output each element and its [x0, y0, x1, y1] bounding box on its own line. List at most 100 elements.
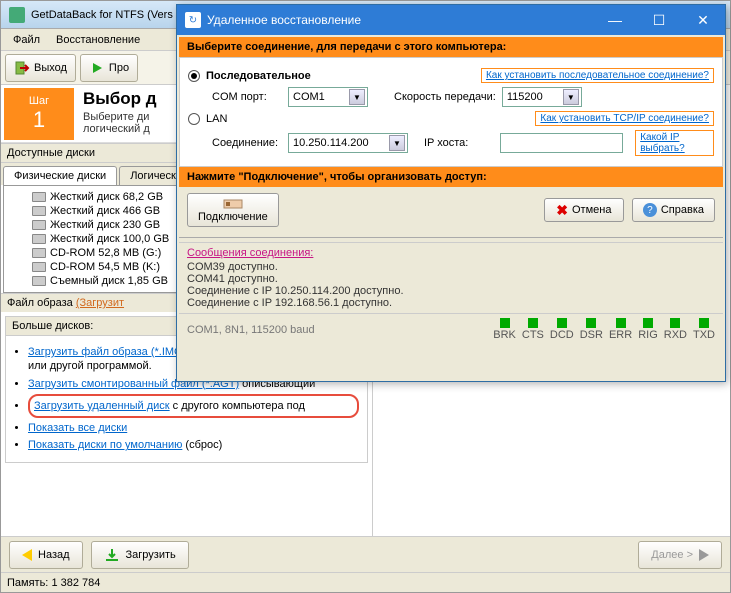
com-port-combo[interactable]: COM1▼: [288, 87, 368, 107]
led-err: ERR: [609, 318, 632, 341]
hdd-icon: [32, 234, 46, 244]
load-remote-link[interactable]: Загрузить удаленный диск: [34, 400, 170, 412]
connection-combo[interactable]: 10.250.114.200▼: [288, 133, 408, 153]
maximize-button[interactable]: ☐: [637, 5, 681, 35]
log-line: COM41 доступно.: [187, 273, 715, 285]
minimize-button[interactable]: —: [593, 5, 637, 35]
led-rig: RIG: [638, 318, 658, 341]
lan-radio[interactable]: [188, 113, 200, 125]
chevron-down-icon: ▼: [389, 135, 405, 151]
log-line: Соединение с IP 192.168.56.1 доступно.: [187, 297, 715, 309]
menu-file[interactable]: Файл: [5, 32, 48, 48]
ip-host-label: IP хоста:: [424, 137, 494, 149]
status-bar: Память: 1 382 784: [1, 572, 730, 592]
log-section: Сообщения соединения: COM39 доступно. CO…: [179, 242, 723, 313]
chevron-down-icon: ▼: [349, 89, 365, 105]
log-line: COM39 доступно.: [187, 261, 715, 273]
lan-label: LAN: [206, 113, 227, 125]
next-button[interactable]: Далее >: [638, 541, 722, 569]
app-icon: [9, 7, 25, 23]
check-button[interactable]: Про: [80, 54, 138, 82]
log-line: Соединение с IP 10.250.114.200 доступно.: [187, 285, 715, 297]
image-file-link[interactable]: (Загрузит: [76, 297, 124, 309]
next-label: Далее >: [651, 549, 693, 561]
dialog-status-text: COM1, 8N1, 115200 baud: [187, 324, 315, 336]
dialog-titlebar[interactable]: ↻ Удаленное восстановление — ☐ ✕: [177, 5, 725, 35]
serial-help-link[interactable]: Как установить последовательное соединен…: [481, 68, 714, 83]
chevron-down-icon: ▼: [563, 89, 579, 105]
step-badge: Шаг 1: [4, 88, 74, 140]
list-item: Показать все диски: [28, 421, 359, 435]
exit-label: Выход: [34, 62, 67, 74]
arrow-right-icon: [699, 549, 709, 561]
led-txd: TXD: [693, 318, 715, 341]
load-image-link[interactable]: Загрузить файл образа (*.IMG): [28, 346, 186, 358]
memory-value: 1 382 784: [51, 577, 100, 589]
cancel-button[interactable]: ✖ Отмена: [544, 198, 624, 222]
close-button[interactable]: ✕: [681, 5, 725, 35]
load-label: Загрузить: [126, 549, 176, 561]
ip-host-input[interactable]: [500, 133, 623, 153]
help-button[interactable]: ? Справка: [632, 198, 715, 222]
led-dsr: DSR: [580, 318, 603, 341]
load-button[interactable]: Загрузить: [91, 541, 189, 569]
log-header: Сообщения соединения:: [187, 247, 715, 259]
load-icon: [104, 547, 120, 563]
dialog-body: Выберите соединение, для передачи с этог…: [177, 35, 725, 381]
bottom-bar: Назад Загрузить Далее >: [1, 536, 730, 572]
press-connect-header: Нажмите "Подключение", чтобы организоват…: [179, 167, 723, 187]
play-icon: [89, 60, 105, 76]
show-default-link[interactable]: Показать диски по умолчанию: [28, 439, 182, 451]
select-connection-header: Выберите соединение, для передачи с этог…: [179, 37, 723, 57]
ip-help-link[interactable]: Какой IP выбрать?: [635, 130, 714, 156]
hdd-icon: [32, 206, 46, 216]
highlighted-item: Загрузить удаленный диск с другого компь…: [28, 394, 359, 418]
dialog-status-row: COM1, 8N1, 115200 baud BRK CTS DCD DSR E…: [179, 313, 723, 345]
back-button[interactable]: Назад: [9, 541, 83, 569]
speed-combo[interactable]: 115200▼: [502, 87, 582, 107]
check-label: Про: [109, 62, 129, 74]
led-dcd: DCD: [550, 318, 574, 341]
serial-radio[interactable]: [188, 70, 200, 82]
step-number: 1: [33, 107, 45, 133]
conn-sub-row: Соединение: 10.250.114.200▼ IP хоста: Ка…: [212, 130, 714, 156]
dialog-title: Удаленное восстановление: [207, 13, 593, 27]
cd-icon: [32, 262, 46, 272]
help-icon: ?: [643, 203, 657, 217]
com-row: COM порт: COM1▼ Скорость передачи: 11520…: [212, 87, 714, 107]
com-port-label: COM порт:: [212, 91, 282, 103]
lan-help-link[interactable]: Как установить TCP/IP соединение?: [535, 111, 714, 126]
exit-icon: [14, 60, 30, 76]
hdd-icon: [32, 220, 46, 230]
exit-button[interactable]: Выход: [5, 54, 76, 82]
speed-label: Скорость передачи:: [394, 91, 496, 103]
removable-icon: [32, 276, 46, 286]
window-controls: — ☐ ✕: [593, 5, 725, 35]
back-label: Назад: [38, 549, 70, 561]
hdd-icon: [32, 192, 46, 202]
main-title: GetDataBack for NTFS (Vers: [31, 9, 173, 21]
menu-recovery[interactable]: Восстановление: [48, 32, 148, 48]
serial-row: Последовательное Как установить последов…: [188, 68, 714, 83]
cancel-label: Отмена: [572, 204, 611, 216]
help-label: Справка: [661, 204, 704, 216]
tab-physical[interactable]: Физические диски: [3, 166, 117, 185]
dialog-buttons-row: Подключение ✖ Отмена ? Справка: [179, 187, 723, 233]
step-label: Шаг: [29, 95, 49, 107]
led-rxd: RXD: [664, 318, 687, 341]
connect-button[interactable]: Подключение: [187, 193, 279, 227]
serial-label: Последовательное: [206, 70, 311, 82]
led-indicators: BRK CTS DCD DSR ERR RIG RXD TXD: [493, 318, 715, 341]
lan-row: LAN Как установить TCP/IP соединение?: [188, 111, 714, 126]
show-all-link[interactable]: Показать все диски: [28, 422, 127, 434]
connection-label: Соединение:: [212, 137, 282, 149]
remote-recovery-dialog: ↻ Удаленное восстановление — ☐ ✕ Выберит…: [176, 4, 726, 382]
cancel-icon: ✖: [556, 202, 568, 219]
connect-label: Подключение: [198, 211, 268, 223]
arrow-left-icon: [22, 549, 32, 561]
led-brk: BRK: [493, 318, 516, 341]
led-cts: CTS: [522, 318, 544, 341]
cd-icon: [32, 248, 46, 258]
dialog-icon: ↻: [185, 12, 201, 28]
image-file-label: Файл образа: [7, 297, 73, 309]
